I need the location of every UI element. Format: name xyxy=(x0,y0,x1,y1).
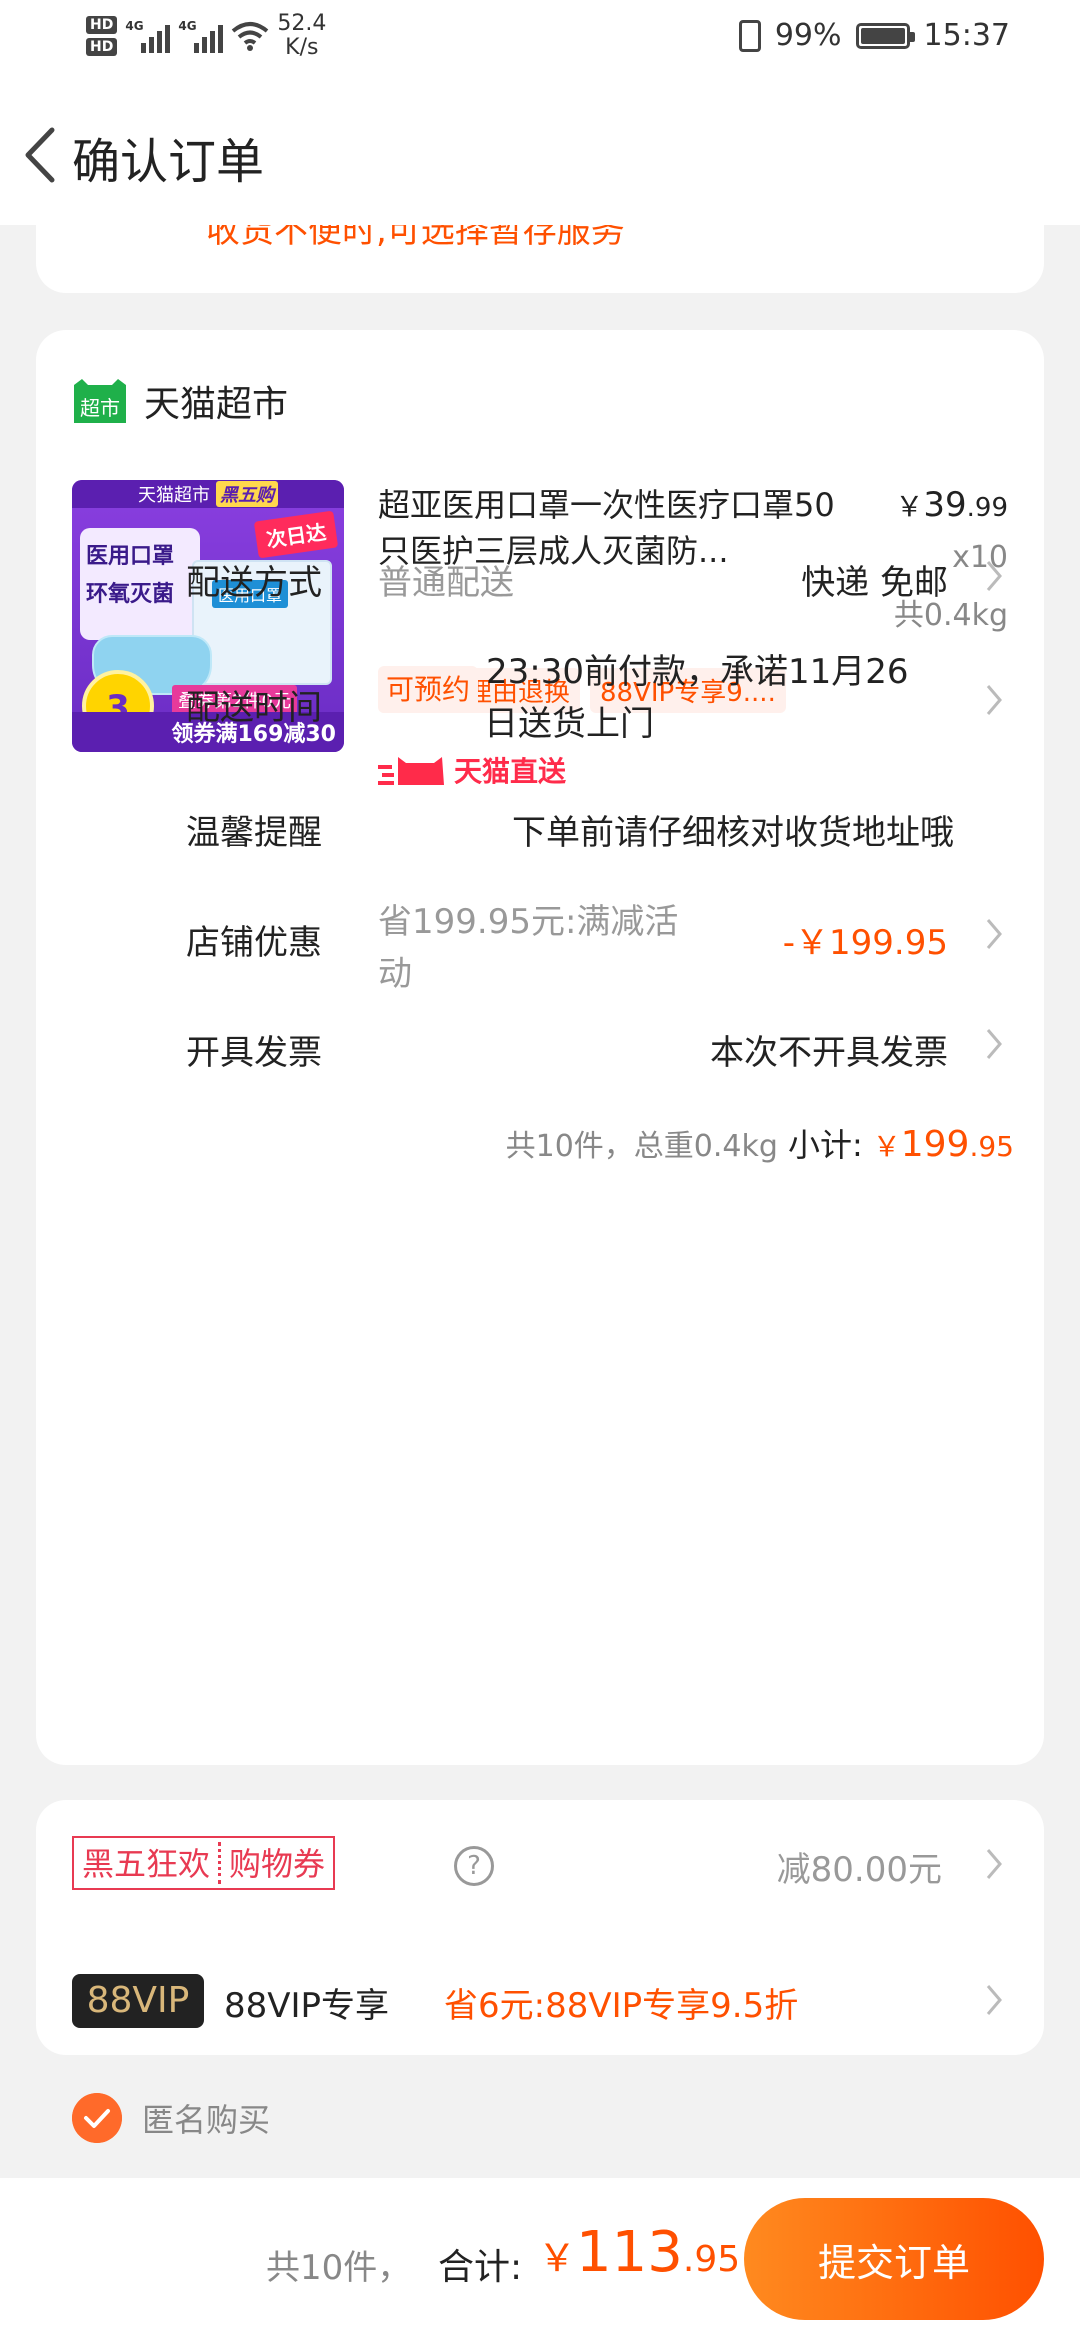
88vip-logo: 88VIP xyxy=(72,1974,204,2028)
subtotal: 共10件，总重0.4kg 小计: ￥199.95 xyxy=(506,1120,1014,1166)
total-label: 合计: xyxy=(438,2247,523,2288)
shop-discount-value: -￥199.95 xyxy=(782,923,948,963)
clock: 15:37 xyxy=(923,18,1010,53)
reservable-badge: 可预约 xyxy=(378,666,479,710)
address-card[interactable]: 收货不便时,可选择暂存服务 xyxy=(36,225,1044,293)
total-price: ￥113.95 xyxy=(538,2220,741,2285)
nav-bar: 确认订单 xyxy=(0,80,1080,225)
black-friday-logo: 黑五狂欢 购物券 xyxy=(72,1836,336,1890)
subtotal-amount: ￥199.95 xyxy=(872,1124,1014,1165)
wifi-icon xyxy=(232,22,269,51)
anonymous-label: 匿名购买 xyxy=(142,2101,271,2139)
chevron-right-icon xyxy=(986,1849,1002,1879)
checkbox-checked-icon[interactable] xyxy=(72,2093,122,2143)
shop-header[interactable]: 超市 天猫超市 xyxy=(72,375,288,427)
delivery-time-label: 配送时间 xyxy=(186,688,322,728)
tmall-supermarket-icon: 超市 xyxy=(74,379,126,423)
reminder-label: 温馨提醒 xyxy=(186,813,322,853)
status-bar: HD HD 4G 4G 52.4 K/s 99% 15:37 xyxy=(0,0,1080,80)
status-right: 99% 15:37 xyxy=(738,18,1010,53)
chevron-right-icon xyxy=(986,1029,1002,1059)
invoice-value: 本次不开具发票 xyxy=(710,1033,948,1073)
order-card: 超市 天猫超市 天猫超市 黑五购 医用口罩 环氧灭菌 医用口罩 次日达 3 叠券… xyxy=(36,330,1044,1765)
subtotal-summary: 共10件，总重0.4kg xyxy=(505,1129,778,1164)
shop-discount-label: 店铺优惠 xyxy=(186,923,322,963)
vip-value: 省6元:88VIP专享9.5折 xyxy=(444,1986,799,2026)
delivery-method-value: 快递 免邮 xyxy=(801,563,948,603)
tmall-direct: 天猫直送 xyxy=(378,750,566,790)
coupon-card: 黑五狂欢 购物券 ? 减80.00元 88VIP 88VIP专享 省6元:88V… xyxy=(36,1800,1044,2055)
page-title: 确认订单 xyxy=(72,134,265,190)
reminder-value: 下单前请仔细核对收货地址哦 xyxy=(512,813,954,853)
black-friday-value: 减80.00元 xyxy=(776,1850,942,1890)
product-price: ￥39.99 xyxy=(895,485,1008,525)
status-left: HD HD 4G 4G 52.4 K/s xyxy=(86,12,326,60)
image-top-band: 天猫超市 黑五购 xyxy=(72,480,344,508)
shop-discount-hint: 省199.95元:满减活 动 xyxy=(378,902,679,994)
vibrate-icon xyxy=(738,19,761,52)
submit-order-button[interactable]: 提交订单 xyxy=(744,2198,1044,2320)
total-count: 共10件， xyxy=(266,2248,412,2288)
tmall-direct-icon xyxy=(378,757,444,785)
image-ribbon: 次日达 xyxy=(253,510,339,559)
battery-percent: 99% xyxy=(774,18,842,53)
network-speed: 52.4 K/s xyxy=(277,11,327,60)
vip-label: 88VIP专享 xyxy=(224,1986,390,2026)
hd-badge-1: HD xyxy=(86,16,118,34)
delivery-time-value: 23:30前付款，承诺11月26 日送货上门 xyxy=(484,652,909,744)
chevron-right-icon xyxy=(986,919,1002,949)
anonymous-purchase[interactable]: 匿名购买 xyxy=(72,2093,270,2143)
storage-service-hint: 收货不便时,可选择暂存服务 xyxy=(206,225,625,251)
signal-2-icon: 4G xyxy=(178,19,224,53)
shop-name: 天猫超市 xyxy=(144,384,289,425)
chevron-right-icon xyxy=(986,685,1002,715)
help-icon[interactable]: ? xyxy=(454,1846,494,1886)
delivery-method-hint: 普通配送 xyxy=(378,563,514,603)
chevron-right-icon xyxy=(986,1985,1002,2015)
hd-badges: HD HD xyxy=(86,16,118,56)
image-headline: 医用口罩 环氧灭菌 xyxy=(80,528,200,640)
subtotal-label: 小计: xyxy=(787,1126,863,1164)
svg-text:超市: 超市 xyxy=(80,396,120,420)
bottom-bar: 共10件， 合计: ￥113.95 提交订单 xyxy=(0,2178,1080,2340)
battery-icon xyxy=(855,22,915,49)
signal-1-icon: 4G xyxy=(125,19,171,53)
invoice-label: 开具发票 xyxy=(186,1033,322,1073)
hd-badge-2: HD xyxy=(86,38,118,56)
back-arrow-icon[interactable] xyxy=(16,120,76,190)
delivery-method-label: 配送方式 xyxy=(186,563,322,603)
chevron-right-icon xyxy=(986,561,1002,591)
